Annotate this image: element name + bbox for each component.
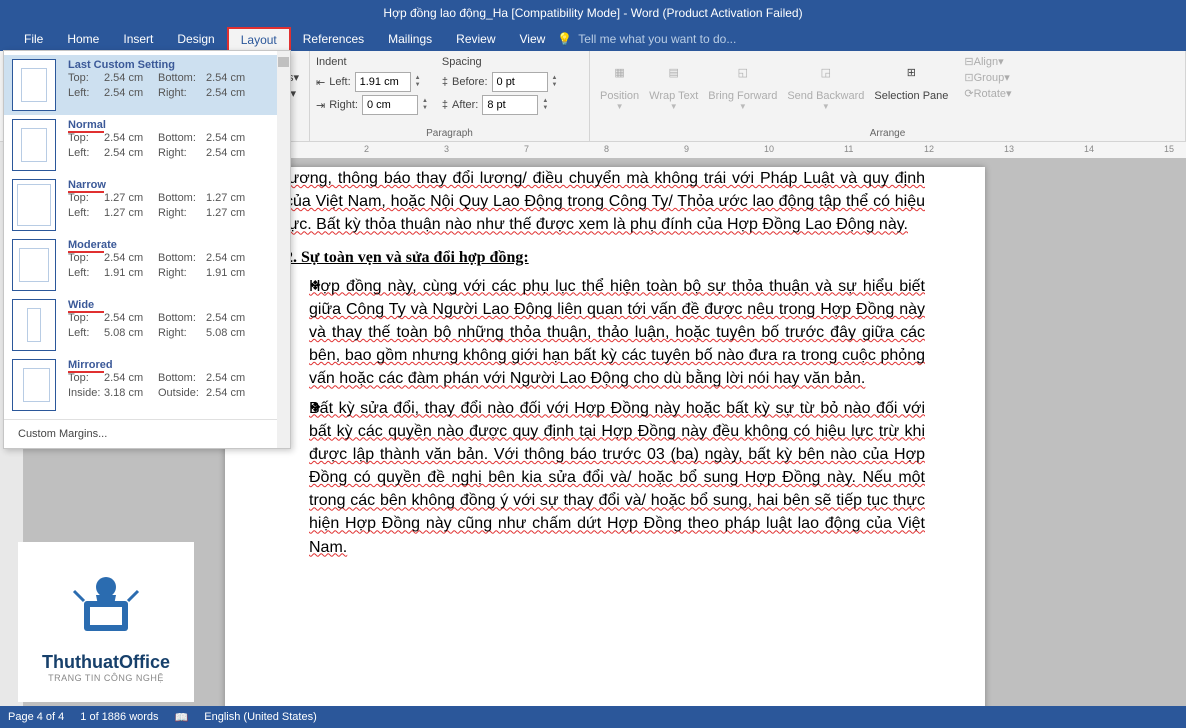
margins-dropdown: Last Custom Setting Top:2.54 cm Bottom:2…: [3, 50, 291, 449]
brand-subtitle: TRANG TIN CÔNG NGHỆ: [48, 673, 164, 683]
margin-name: Last Custom Setting: [68, 59, 175, 71]
margin-option-narrow[interactable]: Narrow Top:1.27 cm Bottom:1.27 cm Left:1…: [4, 175, 290, 235]
bring-forward-button: ◱Bring Forward▼: [704, 54, 781, 113]
spacing-after-input[interactable]: [482, 95, 538, 115]
status-words[interactable]: 1 of 1886 words: [80, 711, 158, 723]
menu-references[interactable]: References: [291, 28, 376, 50]
arrange-label: Arrange: [596, 126, 1179, 141]
custom-margins-button[interactable]: Custom Margins...: [4, 419, 290, 448]
bullet-text-2: Bất kỳ sửa đổi, thay đổi nào đối với Hợp…: [309, 400, 925, 556]
margin-thumb-icon: [12, 119, 56, 171]
margin-thumb-icon: [12, 239, 56, 291]
tell-me-search[interactable]: 💡 Tell me what you want to do...: [557, 32, 736, 46]
menu-bar: File Home Insert Design Layout Reference…: [0, 26, 1186, 51]
send-backward-button: ◲Send Backward▼: [783, 54, 868, 113]
position-button: ▦Position▼: [596, 54, 643, 113]
margin-name: Narrow: [68, 179, 106, 191]
align-button: ⊟ Align ▾: [960, 54, 1015, 69]
align-icon: ⊟: [964, 55, 973, 68]
margin-thumb-icon: [12, 59, 56, 111]
margin-option-last-custom-setting[interactable]: Last Custom Setting Top:2.54 cm Bottom:2…: [4, 55, 290, 115]
spinner-icon[interactable]: ▲▼: [415, 75, 421, 89]
scrollbar[interactable]: [277, 51, 290, 448]
rotate-icon: ⟳: [964, 87, 973, 100]
menu-view[interactable]: View: [508, 28, 558, 50]
menu-insert[interactable]: Insert: [111, 28, 165, 50]
margin-thumb-icon: [12, 359, 56, 411]
spacing-label: Spacing: [442, 56, 558, 68]
group-icon: ⊡: [964, 71, 973, 84]
margin-thumb-icon: [12, 299, 56, 351]
margin-name: Moderate: [68, 239, 117, 251]
margin-name: Wide: [68, 299, 94, 311]
margin-option-normal[interactable]: Normal Top:2.54 cm Bottom:2.54 cm Left:2…: [4, 115, 290, 175]
section-heading: 2. Sự toàn vẹn và sửa đổi hợp đồng:: [285, 249, 925, 267]
margin-name: Mirrored: [68, 359, 113, 371]
rotate-button: ⟳ Rotate ▾: [960, 86, 1015, 101]
status-bar: Page 4 of 4 1 of 1886 words 📖 English (U…: [0, 706, 1186, 728]
menu-file[interactable]: File: [12, 28, 55, 50]
menu-design[interactable]: Design: [165, 28, 226, 50]
status-page[interactable]: Page 4 of 4: [8, 711, 64, 723]
indent-right-icon: ⇥: [316, 99, 325, 112]
spellcheck-icon[interactable]: 📖: [175, 711, 189, 724]
paragraph-label: Paragraph: [316, 126, 583, 141]
indent-right-input[interactable]: [362, 95, 418, 115]
spinner-icon[interactable]: ▲▼: [542, 98, 548, 112]
title-bar: Hợp đồng lao động_Ha [Compatibility Mode…: [0, 0, 1186, 26]
margin-thumb-icon: [12, 179, 56, 231]
bullet-text-1: Hợp đồng này, cùng với các phụ lục thể h…: [309, 278, 925, 388]
spacing-before-icon: ‡: [442, 76, 448, 88]
menu-review[interactable]: Review: [444, 28, 507, 50]
status-language[interactable]: English (United States): [204, 711, 317, 723]
indent-left-icon: ⇤: [316, 76, 325, 89]
wrap-text-button: ▤Wrap Text▼: [645, 54, 702, 113]
spinner-icon[interactable]: ▲▼: [552, 75, 558, 89]
margin-option-mirrored[interactable]: Mirrored Top:2.54 cm Bottom:2.54 cm Insi…: [4, 355, 290, 415]
selection-pane-button[interactable]: ⊞Selection Pane: [870, 54, 952, 113]
send-backward-icon: ◲: [810, 56, 842, 88]
page[interactable]: lương, thông báo thay đổi lương/ điều ch…: [225, 167, 985, 706]
wrap-text-icon: ▤: [658, 56, 690, 88]
margin-option-wide[interactable]: Wide Top:2.54 cm Bottom:2.54 cm Left:5.0…: [4, 295, 290, 355]
bring-forward-icon: ◱: [727, 56, 759, 88]
group-button: ⊡ Group ▾: [960, 70, 1015, 85]
window-title: Hợp đồng lao động_Ha [Compatibility Mode…: [383, 6, 802, 20]
lightbulb-icon: 💡: [557, 32, 572, 46]
menu-layout[interactable]: Layout: [227, 27, 291, 51]
indent-label: Indent: [316, 56, 428, 68]
spinner-icon[interactable]: ▲▼: [422, 98, 428, 112]
margin-option-moderate[interactable]: Moderate Top:2.54 cm Bottom:2.54 cm Left…: [4, 235, 290, 295]
indent-left-input[interactable]: [355, 72, 411, 92]
watermark-logo: ThuthuatOffice TRANG TIN CÔNG NGHỆ: [18, 542, 194, 702]
menu-mailings[interactable]: Mailings: [376, 28, 444, 50]
logo-icon: [46, 562, 166, 652]
body-paragraph: lương, thông báo thay đổi lương/ điều ch…: [285, 170, 925, 233]
selection-pane-icon: ⊞: [895, 56, 927, 88]
brand-name: ThuthuatOffice: [42, 652, 170, 673]
spacing-after-icon: ‡: [442, 99, 448, 111]
spacing-before-input[interactable]: [492, 72, 548, 92]
menu-home[interactable]: Home: [55, 28, 111, 50]
position-icon: ▦: [604, 56, 636, 88]
margin-name: Normal: [68, 119, 106, 131]
